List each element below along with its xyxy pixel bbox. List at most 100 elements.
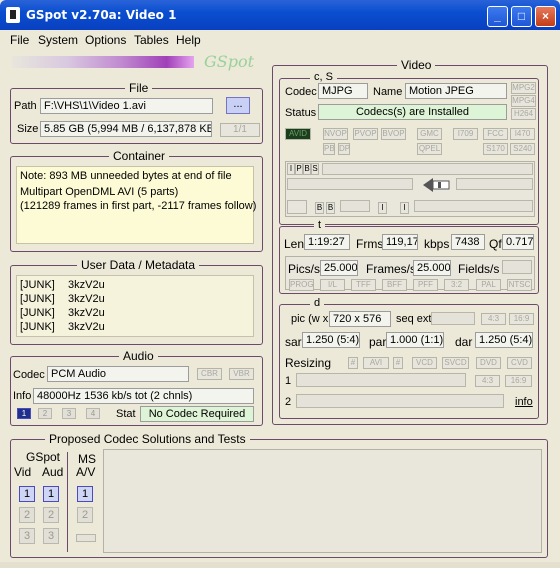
pics-field: 25.000	[320, 260, 358, 276]
proposed-results-panel	[103, 449, 542, 553]
fmt-mpg2: MPG2	[511, 82, 536, 94]
userdata-group-title: User Data / Metadata	[77, 258, 200, 272]
flag-pb: PB	[323, 143, 335, 155]
aud-test-2[interactable]: 2	[43, 507, 59, 523]
flag-i709: I709	[453, 128, 478, 140]
aud-test-1[interactable]: 1	[43, 486, 59, 502]
par-field: 1.000 (1:1)	[386, 332, 444, 348]
flag-pvop: PVOP	[353, 128, 378, 140]
flag-s170: S170	[483, 143, 508, 155]
vid-test-2[interactable]: 2	[19, 507, 35, 523]
kbps-label: kbps	[424, 237, 450, 251]
info-link[interactable]: info	[515, 396, 533, 408]
tag-bff: BFF	[382, 279, 407, 291]
resize-row-1: 1	[285, 375, 292, 387]
ft-p: P	[295, 163, 303, 175]
audio-info-field: 48000Hz 1536 kb/s tot (2 chnls)	[33, 388, 254, 404]
fields-field	[502, 260, 532, 274]
codec-subgroup-title: c, S	[310, 71, 337, 83]
audio-tab-2[interactable]: 2	[38, 408, 52, 419]
menu-options[interactable]: Options	[85, 33, 126, 47]
frames-label: Frames/s	[366, 262, 417, 276]
path-field[interactable]: F:\VHS\1\Video 1.avi	[40, 98, 213, 114]
status-bar	[0, 562, 560, 568]
resize-row-2: 2	[285, 396, 292, 408]
vid-test-3[interactable]: 3	[19, 528, 35, 544]
audio-stat-field: No Codec Required	[140, 406, 254, 422]
menu-tables[interactable]: Tables	[134, 33, 169, 47]
gspot-label: GSpot	[26, 450, 61, 464]
kbps-field: 7438	[451, 234, 485, 250]
resize-field-2	[296, 394, 504, 408]
flag-i470: I470	[510, 128, 535, 140]
video-codec-label: Codec	[285, 86, 317, 98]
resize-btn-vcd: VCD	[412, 357, 437, 369]
av-test-1[interactable]: 1	[77, 486, 93, 502]
audio-codec-label: Codec	[13, 369, 45, 381]
pic-label: pic (w x	[291, 313, 329, 325]
tool-icon[interactable]	[287, 200, 307, 214]
menu-help[interactable]: Help	[176, 33, 201, 47]
divider	[67, 452, 68, 552]
ft-i: I	[287, 163, 295, 175]
avid-indicator: AVID	[285, 128, 311, 140]
minimize-button[interactable]: _	[487, 6, 508, 27]
ix-2: I	[400, 202, 409, 214]
vid-label: Vid	[14, 465, 32, 479]
resize-field-1	[296, 373, 466, 387]
menu-system[interactable]: System	[38, 33, 78, 47]
userdata-list[interactable]: [JUNK] 3kzV2u [JUNK] 3kzV2u [JUNK] 3kzV2u […	[16, 275, 254, 337]
qf-label: Qf	[489, 237, 502, 251]
tag-prog: PROG	[289, 279, 314, 291]
audio-tab-1[interactable]: 1	[17, 408, 31, 419]
proposed-group-title: Proposed Codec Solutions and Tests	[45, 432, 250, 446]
aud-label: Aud	[42, 465, 64, 479]
aud-test-3[interactable]: 3	[43, 528, 59, 544]
ar-4-3: 4:3	[481, 313, 506, 325]
flag-bvop: BVOP	[381, 128, 406, 140]
audio-codec-field: PCM Audio	[47, 366, 189, 382]
menu-file[interactable]: File	[10, 33, 29, 47]
bp-2: B	[326, 202, 335, 214]
maximize-button[interactable]: □	[511, 6, 532, 27]
audio-tab-3[interactable]: 3	[62, 408, 76, 419]
fmt-mpg4: MPG4	[511, 95, 536, 107]
resize-btn-dvd: DVD	[476, 357, 501, 369]
app-icon	[6, 7, 20, 23]
audio-tab-4[interactable]: 4	[86, 408, 100, 419]
resize-btn-1: #	[348, 357, 358, 369]
av-test-3	[76, 534, 96, 542]
frms-field: 119,17	[382, 234, 418, 250]
ms-label: MS	[78, 452, 96, 466]
close-button[interactable]: ×	[535, 6, 556, 27]
frames-field: 25.000	[413, 260, 451, 276]
container-group-title: Container	[109, 149, 170, 163]
list-item: [JUNK] 3kzV2u	[20, 307, 105, 319]
logo-text: GSpot	[204, 52, 255, 71]
flag-qpel: QPEL	[417, 143, 442, 155]
ar-16-9: 16:9	[509, 313, 534, 325]
flag-dp: DP	[338, 143, 351, 155]
video-name-label: Name	[373, 86, 403, 98]
fmt-h264: H264	[511, 108, 536, 120]
tag-pff: PFF	[413, 279, 438, 291]
list-item: [JUNK] 3kzV2u	[20, 293, 105, 305]
av-test-2[interactable]: 2	[77, 507, 93, 523]
gop-bar-4	[340, 200, 370, 212]
flag-s240: S240	[510, 143, 535, 155]
gop-bar-2	[287, 178, 413, 190]
qf-field: 0.717	[502, 234, 534, 250]
vid-test-1[interactable]: 1	[19, 486, 35, 502]
dar-label: dar	[455, 335, 473, 349]
t-subgroup-title: t	[314, 219, 326, 231]
menu-bar: File System Options Tables Help	[0, 30, 560, 48]
resize-btn-avi: AVI	[363, 357, 389, 369]
container-info: Note: 893 MB unneeded bytes at end of fi…	[16, 166, 256, 244]
frms-label: Frms	[356, 237, 384, 251]
ft-s: S	[311, 163, 319, 175]
file-group-title: File	[125, 81, 153, 95]
browse-button[interactable]: ...	[226, 97, 250, 114]
video-name-field: Motion JPEG	[405, 83, 507, 99]
ar2-16-9: 16:9	[505, 375, 532, 387]
av-label: A/V	[76, 465, 96, 479]
